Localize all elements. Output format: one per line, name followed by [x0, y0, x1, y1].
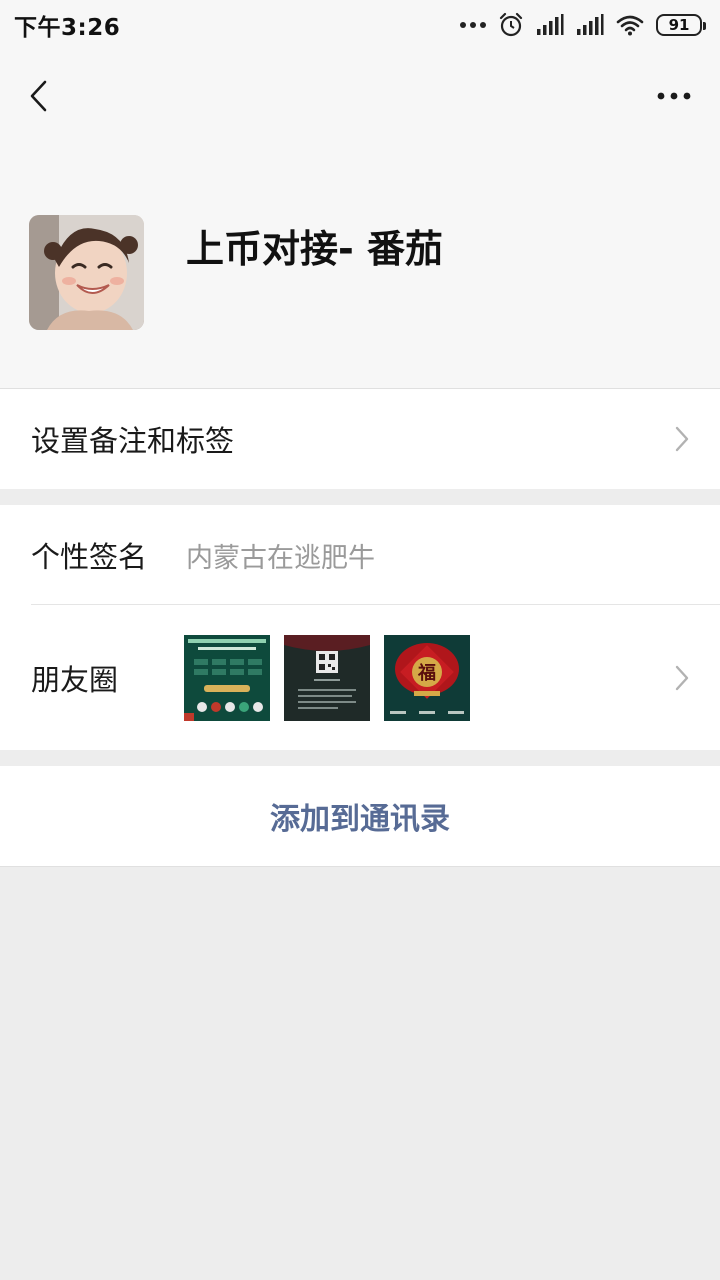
signature-label: 个性签名: [31, 540, 148, 574]
wifi-icon: [616, 15, 644, 36]
signature-value: 内蒙古在逃肥牛: [186, 542, 375, 574]
signature-row: 个性签名 内蒙古在逃肥牛: [0, 505, 720, 605]
moments-row[interactable]: 朋友圈 福: [0, 605, 720, 750]
status-bar: 下午3:26 91: [0, 0, 720, 50]
chevron-right-icon: [675, 426, 689, 452]
battery-level: 91: [668, 16, 690, 34]
alarm-icon: [499, 12, 523, 37]
chevron-left-icon: [30, 80, 47, 112]
status-icons: 91: [460, 12, 706, 38]
moments-thumbnail: 福: [384, 635, 470, 721]
chevron-right-icon: [675, 665, 689, 690]
signal-icon: [537, 14, 564, 35]
add-to-contacts-button[interactable]: 添加到通讯录: [0, 766, 720, 866]
profile-header: 上币对接- 番茄: [0, 50, 720, 388]
contact-name: 上币对接- 番茄: [186, 227, 444, 271]
moments-thumbnail: [184, 635, 270, 721]
remark-tags-row[interactable]: 设置备注和标签: [0, 389, 720, 489]
signal-icon: [577, 14, 604, 35]
more-dots-icon: [460, 22, 486, 28]
status-time: 下午3:26: [14, 15, 121, 41]
moments-thumbnails: 福: [184, 635, 470, 721]
moments-thumbnail: [284, 635, 370, 721]
more-button[interactable]: [652, 74, 696, 118]
svg-text:福: 福: [417, 662, 436, 684]
moments-label: 朋友圈: [31, 662, 119, 697]
remark-section: 设置备注和标签: [0, 388, 720, 489]
add-to-contacts-label: 添加到通讯录: [270, 802, 450, 837]
info-section: 个性签名 内蒙古在逃肥牛 朋友圈 福: [0, 505, 720, 750]
action-section: 添加到通讯录: [0, 766, 720, 867]
battery-icon: 91: [656, 14, 706, 36]
back-button[interactable]: [18, 74, 58, 118]
avatar-photo: [29, 215, 144, 330]
remark-tags-label: 设置备注和标签: [31, 424, 235, 458]
more-horizontal-icon: [657, 92, 691, 100]
avatar[interactable]: [29, 215, 144, 330]
